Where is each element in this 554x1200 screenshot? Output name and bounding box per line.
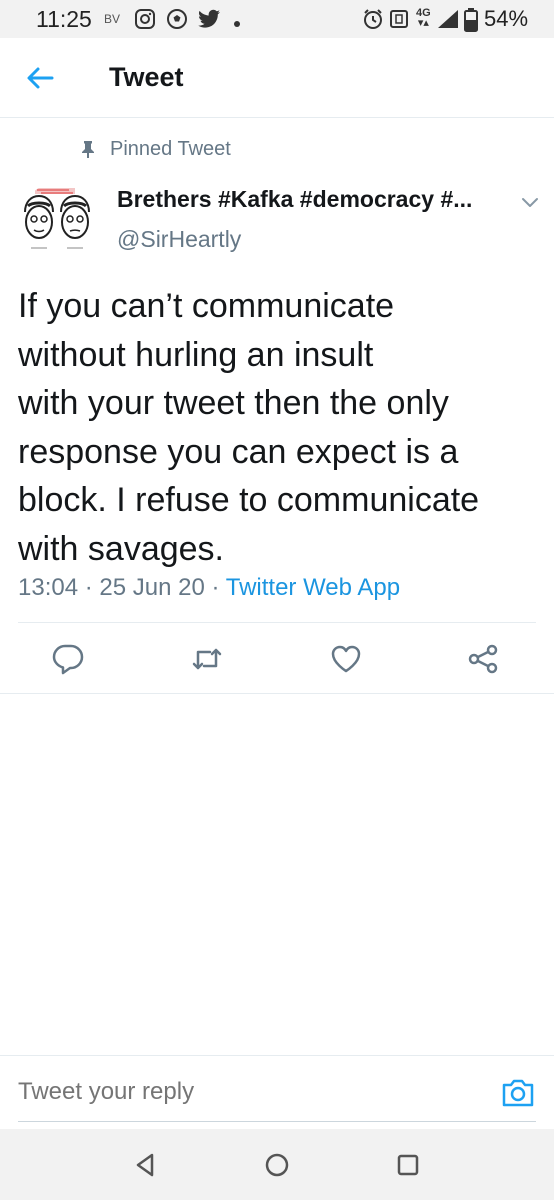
author-name[interactable]: Brethers #Kafka #democracy #... bbox=[117, 186, 497, 213]
tweet-text: If you can’t communicate without hurling… bbox=[18, 282, 538, 573]
nav-home-button[interactable] bbox=[261, 1149, 293, 1181]
tweet-menu-button[interactable] bbox=[518, 190, 542, 214]
tweet-actions bbox=[0, 622, 554, 694]
tweet-meta: 13:04 · 25 Jun 20 · Twitter Web App bbox=[18, 574, 400, 602]
instagram-icon bbox=[134, 8, 156, 35]
tweet-text-line: block. I refuse to communicate bbox=[18, 481, 480, 519]
tweet-text-line: with savages. bbox=[18, 529, 224, 568]
nav-recents-button[interactable] bbox=[392, 1149, 424, 1181]
tweet-text-line: with your tweet then the only bbox=[18, 384, 449, 422]
battery-icon bbox=[464, 8, 478, 37]
network-type: 4G ▾▴ bbox=[416, 7, 431, 29]
pinned-label: Pinned Tweet bbox=[110, 137, 231, 160]
retweet-icon bbox=[192, 648, 222, 670]
twitter-icon bbox=[198, 8, 222, 35]
header: Tweet bbox=[0, 38, 554, 118]
pinned-indicator: Pinned Tweet bbox=[80, 137, 231, 161]
author-handle[interactable]: @SirHeartly bbox=[117, 226, 241, 253]
signal-icon bbox=[436, 8, 460, 35]
retweet-button[interactable] bbox=[190, 642, 224, 676]
arrow-left-icon bbox=[27, 67, 54, 89]
reply-input[interactable] bbox=[18, 1078, 478, 1106]
page-title: Tweet bbox=[109, 62, 184, 92]
avatar-drawing-icon bbox=[24, 188, 90, 249]
back-button[interactable] bbox=[22, 60, 58, 96]
share-button[interactable] bbox=[466, 642, 500, 676]
tweet-text-line: without hurling an insult bbox=[18, 335, 374, 374]
pin-icon bbox=[82, 141, 94, 158]
meta-separator: · bbox=[211, 574, 220, 601]
like-icon bbox=[331, 645, 361, 673]
status-bar: 11:25 BV 4G ▾▴ 54% bbox=[0, 0, 554, 38]
camera-icon bbox=[502, 1079, 534, 1107]
status-time: 11:25 bbox=[36, 6, 92, 32]
meta-separator: · bbox=[84, 574, 93, 601]
reply-button[interactable] bbox=[51, 642, 85, 676]
camera-button[interactable] bbox=[500, 1076, 536, 1110]
tweet-text-line: response you can expect is a bbox=[18, 432, 459, 471]
reply-icon bbox=[52, 644, 84, 675]
recents-square-icon bbox=[397, 1154, 419, 1176]
soccer-ball-icon bbox=[166, 8, 188, 35]
back-triangle-icon bbox=[136, 1153, 154, 1177]
dot-icon bbox=[233, 15, 241, 33]
vibrate-icon bbox=[388, 8, 410, 35]
reply-underline bbox=[18, 1121, 536, 1122]
reply-bar bbox=[0, 1055, 554, 1129]
tweet-date: 25 Jun 20 bbox=[99, 574, 205, 601]
share-icon bbox=[468, 644, 498, 674]
tweet-text-line: If you can’t communicate bbox=[18, 287, 395, 325]
tweet-source-link[interactable]: Twitter Web App bbox=[226, 574, 400, 601]
battery-percent: 54% bbox=[484, 6, 529, 31]
status-carrier: BV bbox=[104, 12, 121, 26]
chevron-down-icon bbox=[522, 198, 538, 207]
nav-back-button[interactable] bbox=[130, 1149, 162, 1181]
like-button[interactable] bbox=[329, 642, 363, 676]
avatar[interactable] bbox=[19, 182, 101, 264]
alarm-icon bbox=[362, 8, 384, 35]
system-nav-bar bbox=[0, 1129, 554, 1200]
tweet-time: 13:04 bbox=[18, 574, 79, 601]
home-circle-icon bbox=[265, 1153, 289, 1177]
